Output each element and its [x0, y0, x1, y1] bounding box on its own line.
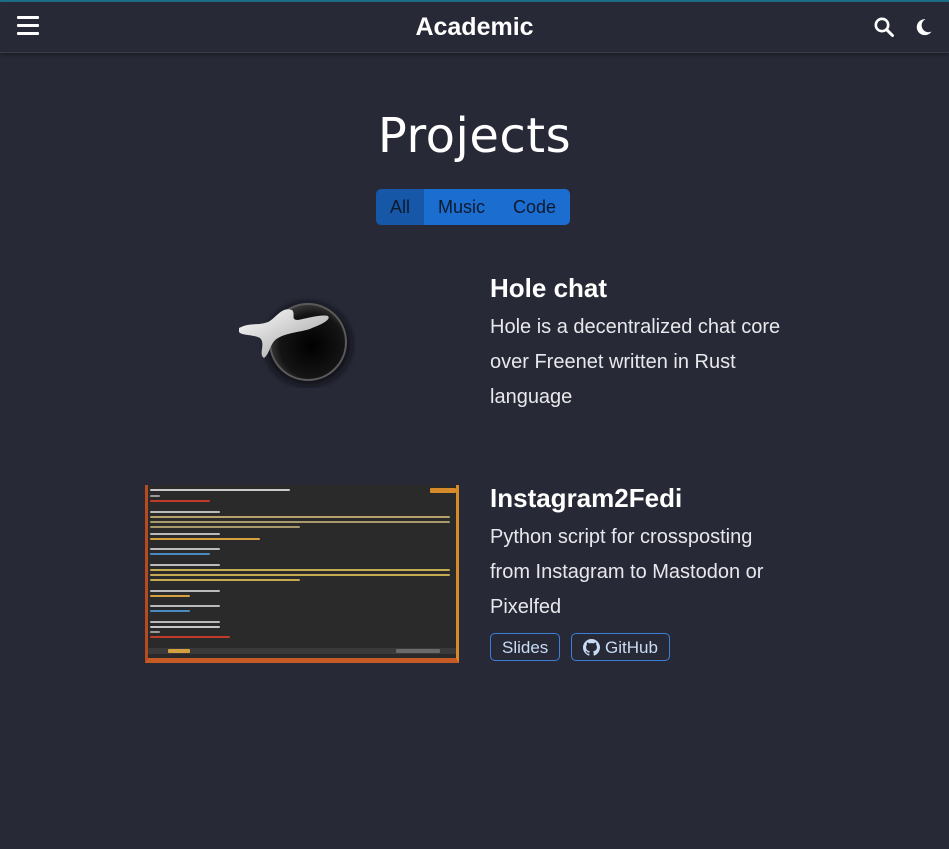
- hole-chat-logo[interactable]: [232, 292, 356, 388]
- project-description-instagram2fedi: Python script for crossposting from Inst…: [490, 520, 763, 625]
- site-brand: Academic: [0, 13, 949, 42]
- github-button-label: GitHub: [605, 638, 658, 657]
- filter-music-button[interactable]: Music: [424, 189, 500, 225]
- filter-all-button[interactable]: All: [376, 189, 425, 225]
- project-title-hole-chat[interactable]: Hole chat: [490, 273, 607, 304]
- page-title: Projects: [377, 108, 572, 164]
- description-line: Pixelfed: [490, 596, 562, 618]
- description-line: from Instagram to Mastodon or: [490, 561, 764, 583]
- project-filter-group: All Music Code: [376, 189, 571, 225]
- search-icon[interactable]: [873, 16, 895, 38]
- github-icon: [583, 639, 600, 656]
- slides-button-label: Slides: [502, 638, 549, 657]
- navbar: Academic: [0, 2, 949, 53]
- github-button[interactable]: GitHub: [571, 633, 670, 661]
- description-line: Hole is a decentralized chat core: [490, 316, 781, 338]
- project-description-hole-chat: Hole is a decentralized chat core over F…: [490, 310, 780, 415]
- instagram2fedi-screenshot[interactable]: [145, 485, 459, 663]
- project-title-instagram2fedi[interactable]: Instagram2Fedi: [490, 483, 682, 514]
- filter-code-button[interactable]: Code: [499, 189, 571, 225]
- moon-icon[interactable]: [912, 16, 934, 38]
- slides-button[interactable]: Slides: [490, 633, 561, 661]
- description-line: language: [490, 386, 573, 408]
- description-line: Python script for crossposting: [490, 526, 753, 548]
- description-line: over Freenet written in Rust: [490, 351, 736, 373]
- brand-link[interactable]: Academic: [415, 13, 533, 41]
